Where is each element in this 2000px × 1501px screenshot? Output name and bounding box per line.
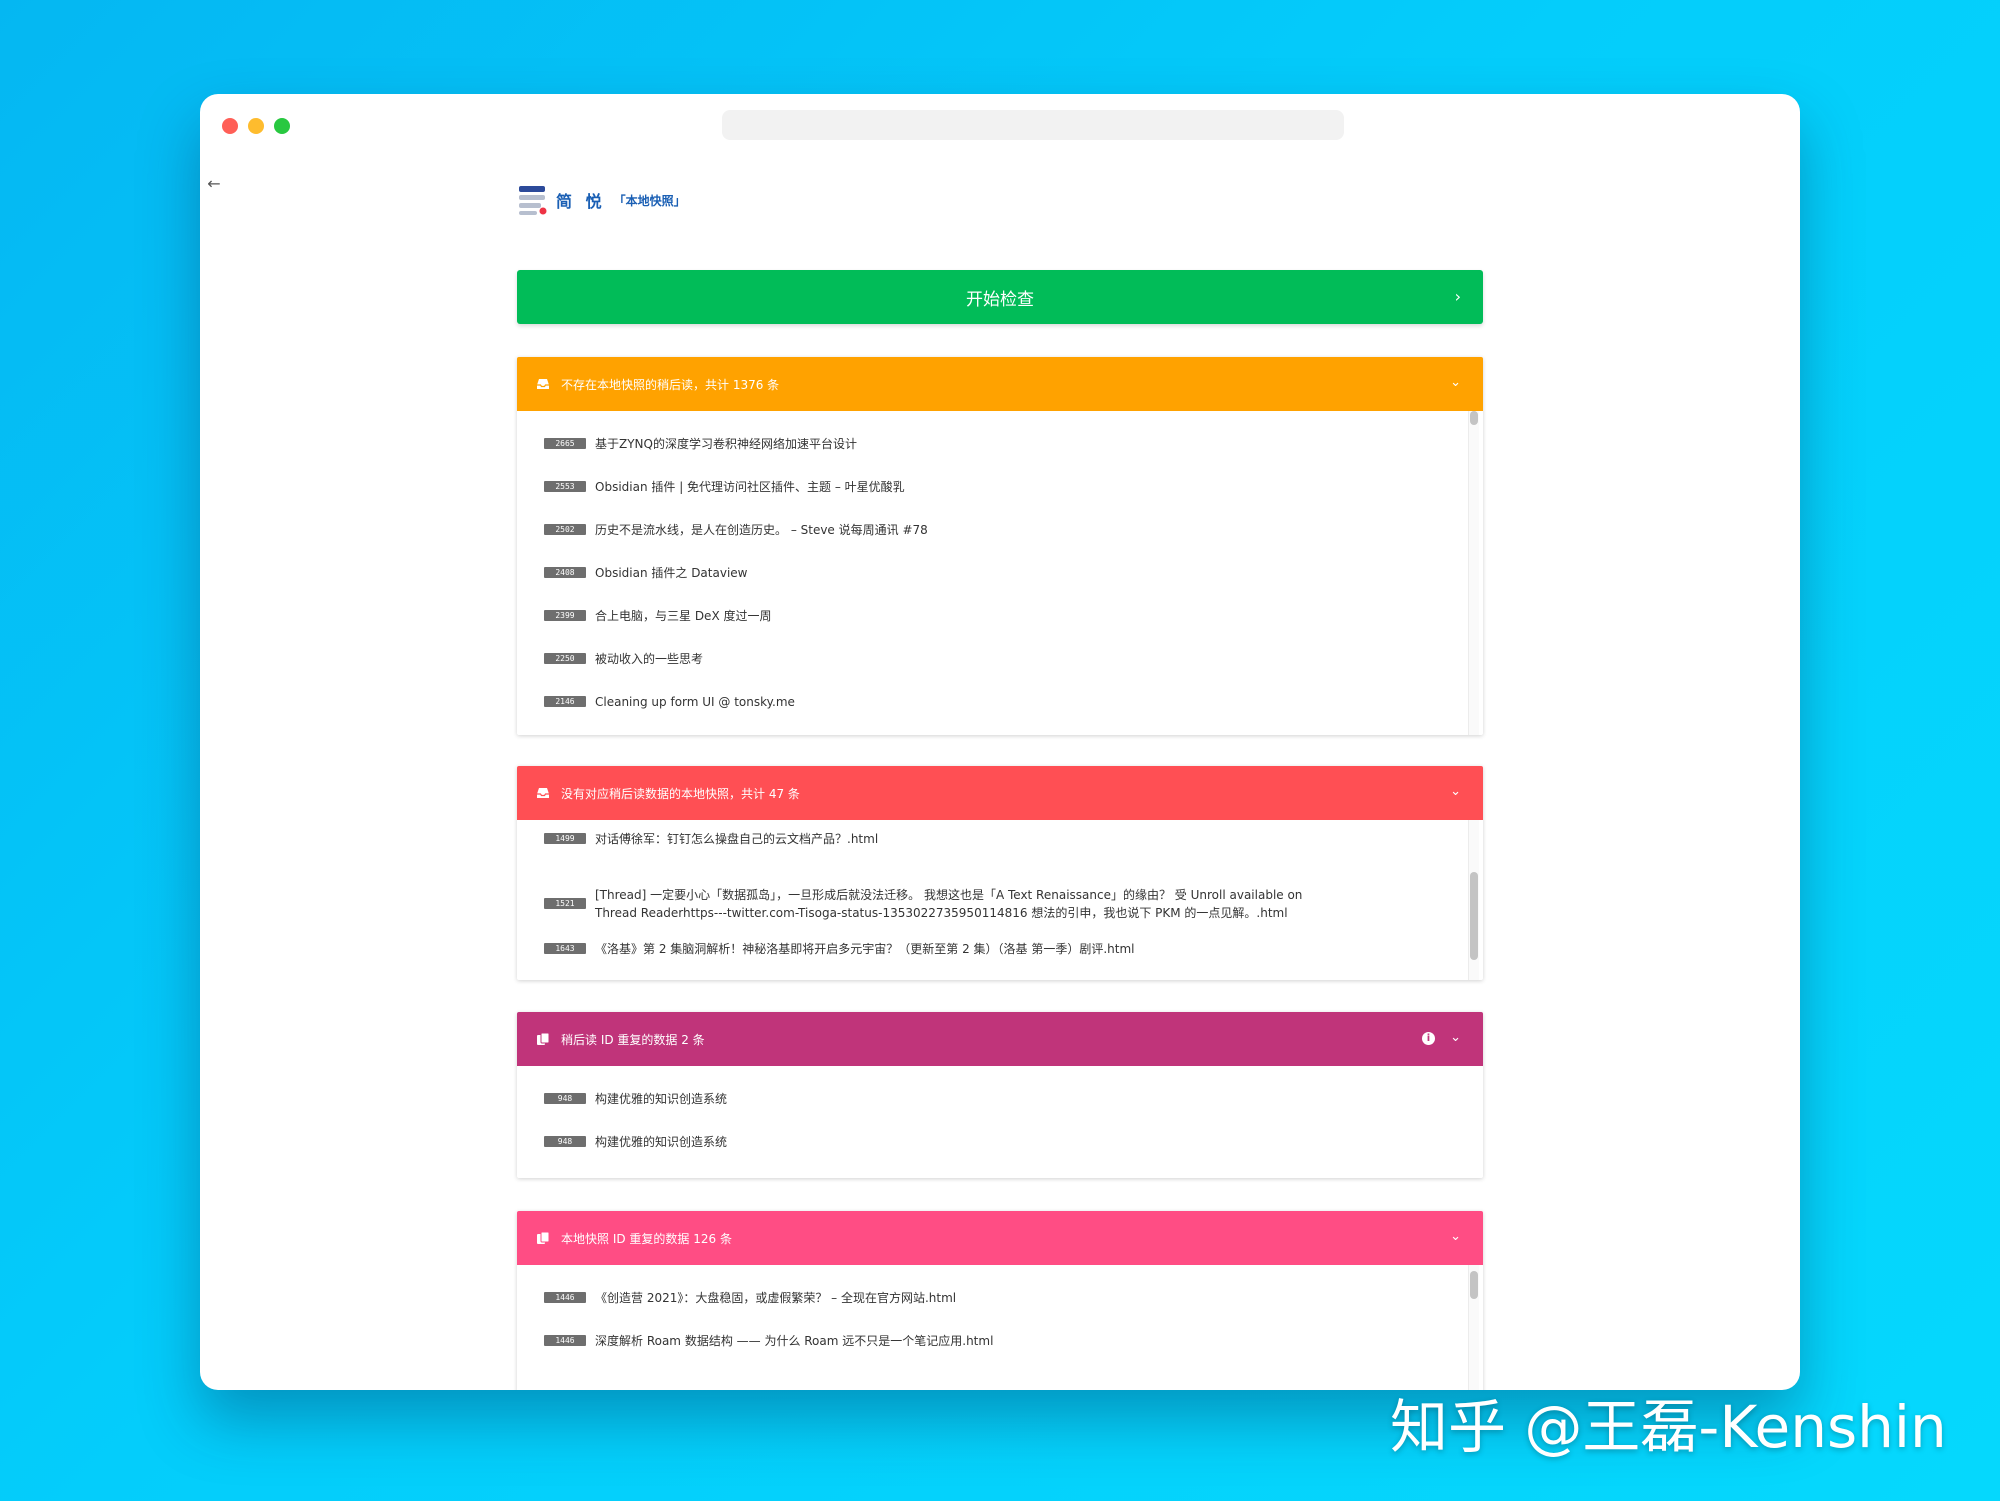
section-header[interactable]: 本地快照 ID 重复的数据 126 条 ⌄ xyxy=(517,1211,1483,1265)
section-list: 2665 基于ZYNQ的深度学习卷积神经网络加速平台设计 2553 Obsidi… xyxy=(517,411,1483,735)
list-item[interactable]: 2399 合上电脑，与三星 DeX 度过一周 xyxy=(517,607,1483,650)
minimize-window-button[interactable] xyxy=(248,118,264,134)
simpread-logo-icon xyxy=(518,184,548,216)
id-badge: 1499 xyxy=(544,833,586,844)
id-badge: 948 xyxy=(544,1093,586,1104)
item-title: 被动收入的一些思考 xyxy=(595,652,704,666)
id-badge: 2250 xyxy=(544,653,586,664)
info-icon[interactable]: i xyxy=(1422,1032,1435,1045)
item-title: 对话傅徐军：钉钉怎么操盘自己的云文档产品？.html xyxy=(595,832,879,846)
chevron-down-icon[interactable]: ⌄ xyxy=(1450,784,1461,799)
maximize-window-button[interactable] xyxy=(274,118,290,134)
close-window-button[interactable] xyxy=(222,118,238,134)
app-subtitle: 「本地快照」 xyxy=(613,193,686,208)
id-badge: 2553 xyxy=(544,481,586,492)
id-badge: 2502 xyxy=(544,524,586,535)
section-list: 948 构建优雅的知识创造系统 948 构建优雅的知识创造系统 xyxy=(517,1066,1483,1178)
list-item[interactable]: 1499 对话傅徐军：钉钉怎么操盘自己的云文档产品？.html xyxy=(517,830,1483,873)
id-badge: 1521 xyxy=(544,898,586,909)
item-title: Cleaning up form UI @ tonsky.me xyxy=(595,695,795,709)
item-title: Obsidian 插件 | 免代理访问社区插件、主题 – 叶星优酸乳 xyxy=(595,480,905,494)
id-badge: 2399 xyxy=(544,610,586,621)
section-duplicate-readlater: 稍后读 ID 重复的数据 2 条 i ⌄ 948 构建优雅的知识创造系统 948… xyxy=(517,1012,1483,1178)
section-title: 稍后读 ID 重复的数据 2 条 xyxy=(561,1032,705,1047)
id-badge: 2665 xyxy=(544,438,586,449)
app-title: 简 悦 xyxy=(556,192,606,211)
item-title: Obsidian 插件之 Dataview xyxy=(595,566,748,580)
list-item[interactable]: 1446 《创造营 2021》：大盘稳固，或虚假繁荣？ – 全现在官方网站.ht… xyxy=(517,1289,1483,1332)
scrollbar[interactable] xyxy=(1468,1265,1479,1390)
list-item[interactable]: 1521 [Thread] 一定要小心「数据孤岛」，一旦形成后就没法迁移。 我想… xyxy=(517,873,1483,934)
section-header[interactable]: 不存在本地快照的稍后读，共计 1376 条 ⌄ xyxy=(517,357,1483,411)
item-title: 《洛基》第 2 集脑洞解析！神秘洛基即将开启多元宇宙？（更新至第 2 集）（洛基… xyxy=(595,942,1135,956)
scrollbar-thumb[interactable] xyxy=(1470,872,1478,960)
start-check-label: 开始检查 xyxy=(966,289,1034,310)
list-item[interactable]: 2146 Cleaning up form UI @ tonsky.me xyxy=(517,693,1483,735)
scrollbar-thumb[interactable] xyxy=(1470,411,1478,425)
address-bar[interactable] xyxy=(722,110,1344,140)
list-item[interactable]: 2553 Obsidian 插件 | 免代理访问社区插件、主题 – 叶星优酸乳 xyxy=(517,478,1483,521)
item-title: 构建优雅的知识创造系统 xyxy=(595,1092,728,1106)
chevron-down-icon[interactable]: ⌄ xyxy=(1450,375,1461,390)
item-title: 基于ZYNQ的深度学习卷积神经网络加速平台设计 xyxy=(595,437,857,451)
section-title: 没有对应稍后读数据的本地快照，共计 47 条 xyxy=(561,786,800,801)
section-header[interactable]: 没有对应稍后读数据的本地快照，共计 47 条 ⌄ xyxy=(517,766,1483,820)
chevron-down-icon[interactable]: ⌄ xyxy=(1450,1030,1461,1045)
item-title: 合上电脑，与三星 DeX 度过一周 xyxy=(595,609,772,623)
id-badge: 1446 xyxy=(544,1335,586,1346)
scrollbar[interactable] xyxy=(1468,820,1479,980)
list-item[interactable]: 1643 《洛基》第 2 集脑洞解析！神秘洛基即将开启多元宇宙？（更新至第 2 … xyxy=(517,934,1483,980)
window-controls xyxy=(222,118,290,134)
copy-icon xyxy=(535,1031,551,1047)
copy-icon xyxy=(535,1230,551,1246)
back-arrow-icon[interactable]: ← xyxy=(204,174,224,194)
list-item[interactable]: 2502 历史不是流水线，是人在创造历史。 – Steve 说每周通讯 #78 xyxy=(517,521,1483,564)
section-list: 1499 对话傅徐军：钉钉怎么操盘自己的云文档产品？.html 1521 [Th… xyxy=(517,820,1483,980)
list-item[interactable]: 2408 Obsidian 插件之 Dataview xyxy=(517,564,1483,607)
list-item[interactable]: 2250 被动收入的一些思考 xyxy=(517,650,1483,693)
start-check-button[interactable]: 开始检查 › xyxy=(517,270,1483,324)
id-badge: 1643 xyxy=(544,943,586,954)
item-title: 构建优雅的知识创造系统 xyxy=(595,1135,728,1149)
section-duplicate-snapshots: 本地快照 ID 重复的数据 126 条 ⌄ 1446 《创造营 2021》：大盘… xyxy=(517,1211,1483,1390)
item-title: 《创造营 2021》：大盘稳固，或虚假繁荣？ – 全现在官方网站.html xyxy=(595,1291,957,1305)
list-item[interactable]: 1446 深度解析 Roam 数据结构 —— 为什么 Roam 远不只是一个笔记… xyxy=(517,1332,1483,1375)
id-badge: 1446 xyxy=(544,1292,586,1303)
inbox-icon xyxy=(535,785,551,801)
chevron-right-icon: › xyxy=(1454,287,1461,306)
inbox-icon xyxy=(535,376,551,392)
scrollbar[interactable] xyxy=(1468,411,1479,735)
app-logo: 简 悦 「本地快照」 xyxy=(518,184,686,216)
id-badge: 948 xyxy=(544,1136,586,1147)
scrollbar-thumb[interactable] xyxy=(1470,1271,1478,1299)
section-missing-snapshots: 不存在本地快照的稍后读，共计 1376 条 ⌄ 2665 基于ZYNQ的深度学习… xyxy=(517,357,1483,735)
list-item[interactable]: 2665 基于ZYNQ的深度学习卷积神经网络加速平台设计 xyxy=(517,435,1483,478)
section-title: 本地快照 ID 重复的数据 126 条 xyxy=(561,1231,732,1246)
item-title: 深度解析 Roam 数据结构 —— 为什么 Roam 远不只是一个笔记应用.ht… xyxy=(595,1334,994,1348)
zhihu-watermark: 知乎 @王磊-Kenshin xyxy=(1390,1393,1947,1461)
item-title: 历史不是流水线，是人在创造历史。 – Steve 说每周通讯 #78 xyxy=(595,523,928,537)
section-list: 1446 《创造营 2021》：大盘稳固，或虚假繁荣？ – 全现在官方网站.ht… xyxy=(517,1265,1483,1390)
list-item[interactable]: 948 构建优雅的知识创造系统 xyxy=(517,1133,1483,1176)
item-title: [Thread] 一定要小心「数据孤岛」，一旦形成后就没法迁移。 我想这也是「A… xyxy=(595,887,1303,920)
section-title: 不存在本地快照的稍后读，共计 1376 条 xyxy=(561,377,780,392)
section-header[interactable]: 稍后读 ID 重复的数据 2 条 i ⌄ xyxy=(517,1012,1483,1066)
id-badge: 2408 xyxy=(544,567,586,578)
browser-window: ← 简 悦 「本地快照」 开始检查 › 不存在本地快照的稍后读，共计 1376 … xyxy=(200,94,1800,1390)
id-badge: 2146 xyxy=(544,696,586,707)
chevron-down-icon[interactable]: ⌄ xyxy=(1450,1229,1461,1244)
list-item[interactable]: 948 构建优雅的知识创造系统 xyxy=(517,1090,1483,1133)
section-orphan-snapshots: 没有对应稍后读数据的本地快照，共计 47 条 ⌄ 1499 对话傅徐军：钉钉怎么… xyxy=(517,766,1483,980)
